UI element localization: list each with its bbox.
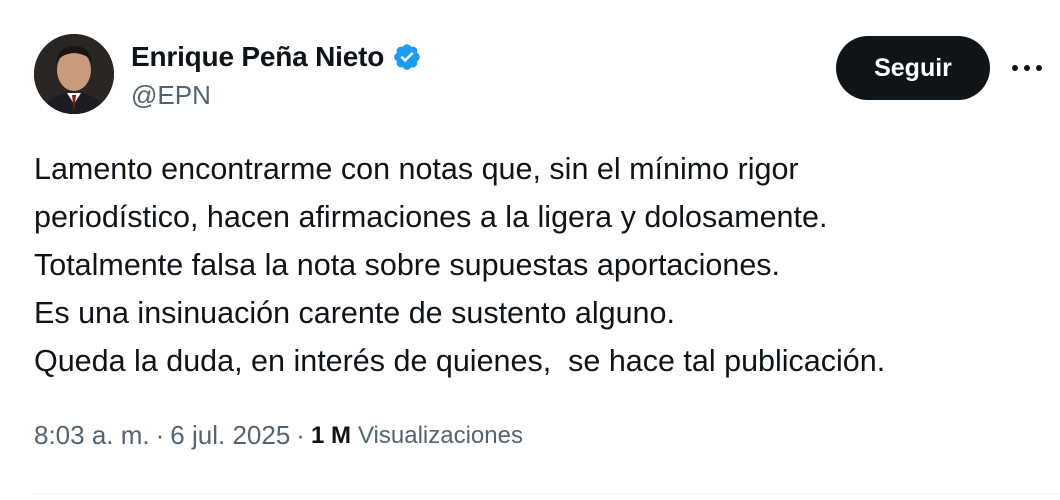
author-name-row: Enrique Peña Nieto [131,38,422,76]
tweet-card: Enrique Peña Nieto @EPN Seguir Lamento e… [0,0,1060,500]
more-dots-icon [1012,65,1042,71]
tweet-time[interactable]: 8:03 a. m. [34,420,150,451]
divider [34,493,1060,494]
tweet-date[interactable]: 6 jul. 2025 [170,420,290,451]
avatar[interactable] [34,34,114,114]
avatar-photo-icon [34,34,114,114]
author-name[interactable]: Enrique Peña Nieto [131,41,384,73]
tweet-text-line: Queda la duda, en interés de quienes, se… [34,344,886,378]
views-label: Visualizaciones [357,421,523,449]
follow-button[interactable]: Seguir [836,36,990,100]
views-count: 1 M [310,421,351,449]
meta-separator: · [296,420,305,450]
meta-separator: · [155,420,165,450]
author-handle[interactable]: @EPN [131,80,211,111]
tweet-meta: 8:03 a. m. · 6 jul. 2025 · 1 M Visualiza… [34,420,523,451]
tweet-text: Lamento encontrarme con notas que, sin e… [34,145,1034,385]
verified-badge-icon[interactable] [392,42,422,72]
more-options-button[interactable] [1006,54,1048,82]
tweet-text-line: Totalmente falsa la nota sobre supuestas… [34,248,781,282]
tweet-text-line: Es una insinuación carente de sustento a… [34,296,675,330]
tweet-text-line: Lamento encontrarme con notas que, sin e… [34,152,799,186]
tweet-text-line: periodístico, hacen afirmaciones a la li… [34,200,828,234]
